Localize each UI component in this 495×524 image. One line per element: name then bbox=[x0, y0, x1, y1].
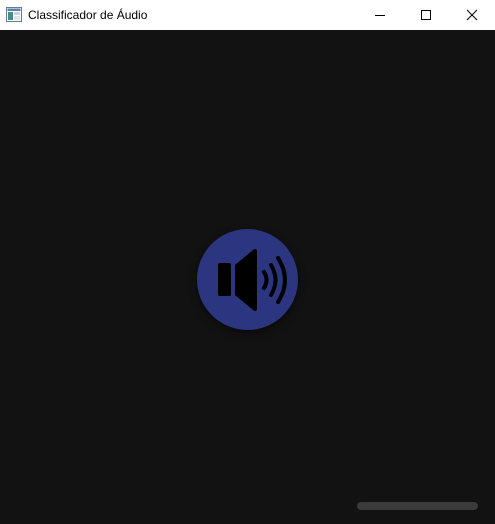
maximize-button[interactable] bbox=[403, 0, 449, 30]
main-content bbox=[0, 30, 495, 524]
speaker-button[interactable] bbox=[197, 229, 298, 330]
minimize-icon bbox=[375, 15, 385, 16]
close-icon bbox=[466, 9, 478, 21]
speaker-volume-icon bbox=[217, 248, 287, 311]
maximize-icon bbox=[421, 10, 431, 20]
close-button[interactable] bbox=[449, 0, 495, 30]
window-app-icon bbox=[6, 7, 22, 22]
app-window: Classificador de Áudio bbox=[0, 0, 495, 524]
minimize-button[interactable] bbox=[357, 0, 403, 30]
title-bar[interactable]: Classificador de Áudio bbox=[0, 0, 495, 30]
progress-bar bbox=[357, 502, 478, 510]
window-title: Classificador de Áudio bbox=[28, 8, 148, 22]
